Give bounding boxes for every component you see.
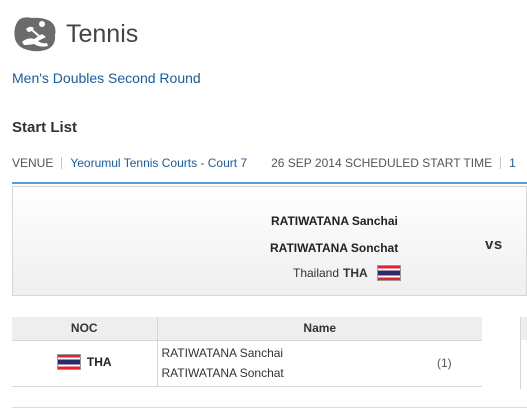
next-table-edge: [520, 317, 527, 389]
team-country: Thailand THA: [293, 265, 401, 281]
start-time-value: 1: [509, 156, 516, 170]
versus-label: vs: [485, 236, 503, 253]
match-summary: RATIWATANA Sanchai RATIWATANA Sonchat Th…: [12, 186, 527, 296]
separator: [61, 157, 63, 169]
column-header-name: Name: [157, 317, 482, 341]
section-divider: [12, 182, 527, 184]
player-1-name[interactable]: RATIWATANA Sanchai: [271, 214, 398, 228]
bottom-divider: [12, 407, 527, 408]
sport-header: Tennis: [12, 14, 138, 54]
separator: [500, 157, 502, 169]
table-row: THA RATIWATANA Sanchai RATIWATANA Soncha…: [12, 340, 482, 387]
table-header-row: NOC Name: [12, 317, 482, 341]
column-header-noc: NOC: [12, 317, 158, 341]
start-list-table: NOC Name THA RATIWATANA Sanchai RATIWATA…: [12, 317, 482, 387]
sport-title: Tennis: [66, 19, 139, 48]
names-cell: RATIWATANA Sanchai RATIWATANA Sonchat: [157, 340, 438, 387]
player-2-name[interactable]: RATIWATANA Sonchat: [270, 241, 398, 255]
country-name: Thailand: [293, 266, 340, 280]
event-name-link[interactable]: Men's Doubles Second Round: [12, 70, 201, 86]
country-code: THA: [343, 266, 368, 280]
seed-cell: (1): [437, 340, 482, 387]
venue-link[interactable]: Yeorumul Tennis Courts - Court 7: [70, 156, 247, 170]
noc-cell: THA: [12, 340, 158, 387]
thailand-flag-icon: [56, 353, 81, 370]
venue-label: VENUE: [12, 156, 54, 170]
tennis-pictogram-icon: [14, 17, 56, 52]
match-info-bar: VENUE Yeorumul Tennis Courts - Court 7 2…: [12, 155, 516, 171]
thailand-flag-icon: [376, 265, 401, 281]
athlete-name[interactable]: RATIWATANA Sonchat: [162, 363, 438, 383]
athlete-name[interactable]: RATIWATANA Sanchai: [162, 343, 438, 363]
start-list-heading: Start List: [12, 119, 78, 136]
date-time: 26 SEP 2014 SCHEDULED START TIME: [271, 156, 493, 170]
noc-code: THA: [86, 354, 112, 369]
